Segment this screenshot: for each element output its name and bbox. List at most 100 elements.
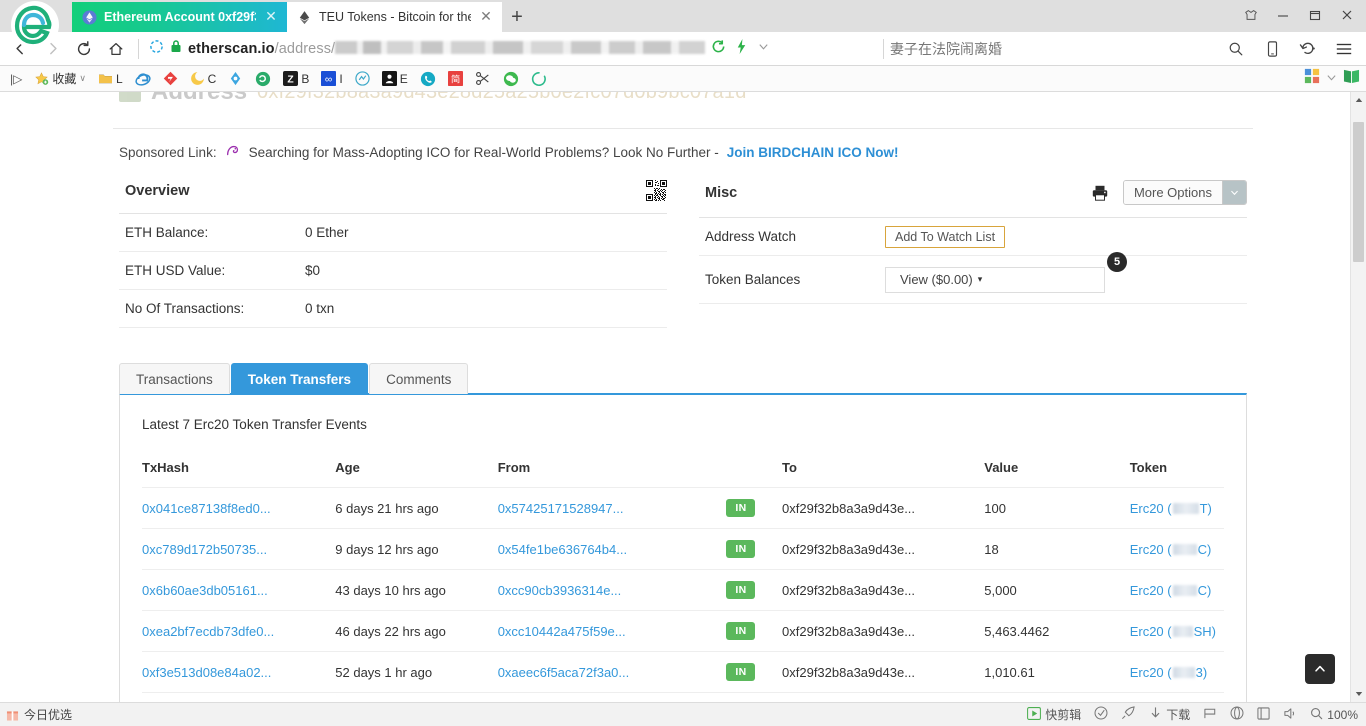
page-info-icon[interactable] [149, 39, 164, 59]
search-input[interactable]: 妻子在法院闹离婚 [890, 39, 1002, 59]
token-link[interactable]: Erc20 (T) [1130, 501, 1212, 516]
search-icon[interactable] [1220, 34, 1252, 64]
breadcrumb-section[interactable]: Normal Accounts [1091, 92, 1189, 95]
cell-value: 5,000 [984, 570, 1129, 611]
new-tab-button[interactable]: + [502, 2, 532, 32]
token-link[interactable]: Erc20 (3) [1130, 665, 1207, 680]
close-button[interactable] [1332, 4, 1362, 26]
bookmark-black-card[interactable]: E [376, 71, 414, 86]
scroll-to-top-button[interactable] [1305, 654, 1335, 684]
red-diamond-icon [163, 71, 178, 86]
bookmark-red-diamond[interactable] [157, 71, 184, 86]
translate-icon[interactable] [711, 39, 726, 59]
overview-row: No Of Transactions: 0 txn [119, 290, 667, 328]
scrollbar-thumb[interactable] [1353, 122, 1364, 262]
bookmark-jian[interactable]: 简 [442, 71, 469, 86]
extension-blocks-icon[interactable] [1304, 68, 1320, 89]
txhash-link[interactable]: 0xc789d172b50735... [142, 542, 267, 557]
statusbar-zoom[interactable]: 100% [1310, 707, 1358, 723]
reload-button[interactable] [68, 34, 100, 64]
home-button[interactable] [100, 34, 132, 64]
bookmark-folder-l[interactable]: L [92, 72, 129, 86]
statusbar-flag[interactable] [1203, 707, 1217, 723]
bookmark-teal-circle[interactable] [349, 71, 376, 86]
sponsored-link-cta[interactable]: Join BIRDCHAIN ICO Now! [727, 145, 899, 160]
from-address-link[interactable]: 0xcc90cb3936314e... [498, 583, 622, 598]
from-address-link[interactable]: 0x54fe1be636764b4... [498, 542, 627, 557]
token-link[interactable]: Erc20 (C) [1130, 583, 1212, 598]
tab-comments[interactable]: Comments [369, 363, 468, 394]
chevron-down-icon[interactable]: ∨ [79, 73, 86, 84]
close-icon[interactable]: ✕ [478, 9, 494, 25]
close-icon[interactable]: ✕ [263, 9, 279, 25]
cell-age: 9 days 12 hrs ago [335, 529, 497, 570]
mobile-view-icon[interactable] [1256, 34, 1288, 64]
eth-usd-value-label: ETH USD Value: [125, 263, 305, 278]
statusbar-download[interactable]: 下载 [1149, 706, 1190, 723]
bookmark-ie[interactable] [129, 71, 157, 87]
token-transfers-table: TxHash Age From To Value Token 0x041ce87… [142, 454, 1224, 702]
statusbar-rocket[interactable] [1121, 706, 1136, 723]
add-to-watch-list-button[interactable]: Add To Watch List [885, 226, 1005, 248]
chevron-down-icon[interactable] [757, 40, 770, 58]
statusbar-volume[interactable] [1283, 707, 1297, 723]
statusbar-left[interactable]: 今日优选 [6, 706, 72, 723]
history-back-icon[interactable] [1292, 34, 1324, 64]
lightning-icon[interactable] [735, 39, 748, 59]
chevron-down-icon[interactable] [1222, 181, 1246, 204]
txhash-link[interactable]: 0x041ce87138f8ed0... [142, 501, 271, 516]
cell-from: 0xaeec6f5aca72f3a0... [498, 652, 727, 693]
breadcrumb-current[interactable]: Address [1205, 92, 1253, 95]
misc-header: Misc More Options [699, 176, 1247, 218]
page-title: Address [151, 92, 247, 106]
scroll-down-arrow[interactable] [1351, 686, 1366, 702]
tab-token-transfers[interactable]: Token Transfers [231, 363, 368, 394]
bookmark-favorites[interactable]: 收藏 ∨ [28, 70, 92, 87]
printer-icon[interactable] [1091, 184, 1109, 202]
bookmark-refresh[interactable] [525, 71, 553, 87]
scroll-up-arrow[interactable] [1351, 92, 1366, 108]
bookmark-wechat[interactable] [497, 71, 525, 87]
bookmarks-expand-icon[interactable]: |▷ [4, 72, 28, 86]
txhash-link[interactable]: 0xea2bf7ecdb73dfe0... [142, 624, 274, 639]
bookmark-yellow-c[interactable]: C [184, 71, 223, 86]
qr-code-icon[interactable] [646, 180, 667, 201]
vertical-scrollbar[interactable] [1350, 92, 1366, 702]
browser-tab-1[interactable]: TEU Tokens - Bitcoin for the ✕ [287, 2, 502, 32]
bookmark-blue-diamond[interactable] [222, 71, 249, 86]
green-book-icon[interactable] [1343, 68, 1360, 89]
shirt-icon[interactable] [1236, 4, 1266, 26]
svg-text:Z: Z [288, 74, 294, 85]
direction-badge: IN [726, 499, 755, 517]
bookmark-scissors[interactable] [469, 71, 497, 86]
page-container: Address 0xf29f32b8a3a9d43e28d25a25b0e2fc… [113, 92, 1253, 702]
from-address-link[interactable]: 0x57425171528947... [498, 501, 624, 516]
restore-button[interactable] [1300, 4, 1330, 26]
minimize-button[interactable] [1268, 4, 1298, 26]
tab-transactions[interactable]: Transactions [119, 363, 230, 394]
txhash-link[interactable]: 0xf3e513d08e84a02... [142, 665, 271, 680]
statusbar-video-clip[interactable]: 快剪辑 [1027, 706, 1081, 723]
token-link[interactable]: Erc20 (C) [1130, 542, 1212, 557]
bookmark-z[interactable]: Z B [277, 71, 315, 86]
search-box[interactable]: 妻子在法院闹离婚 [890, 39, 1220, 59]
cell-from: 0xcc10442a475f59e... [498, 611, 727, 652]
more-options-button[interactable]: More Options [1123, 180, 1247, 205]
breadcrumb-home[interactable]: Home [1041, 92, 1076, 95]
bookmark-green-circle[interactable] [249, 71, 277, 87]
chevron-down-icon[interactable] [1326, 70, 1337, 88]
txhash-link[interactable]: 0x6b60ae3db05161... [142, 583, 268, 598]
bookmark-teal-phone[interactable] [414, 71, 442, 87]
address-bar[interactable]: etherscan.io/address/ [145, 34, 877, 64]
browser-tab-0[interactable]: Ethereum Account 0xf29f32b8 ✕ [72, 2, 287, 32]
bookmark-infinity[interactable]: ∞ I [315, 71, 348, 86]
token-balances-select[interactable]: View ($0.00) ▾ [885, 267, 1105, 293]
statusbar-shield-scan[interactable] [1094, 706, 1108, 723]
statusbar-window[interactable] [1257, 707, 1270, 723]
token-link[interactable]: Erc20 (SH) [1130, 624, 1216, 639]
from-address-link[interactable]: 0xaeec6f5aca72f3a0... [498, 665, 630, 680]
from-address-link[interactable]: 0xcc10442a475f59e... [498, 624, 626, 639]
direction-badge: IN [726, 663, 755, 681]
statusbar-opera-like[interactable] [1230, 706, 1244, 723]
menu-icon[interactable] [1328, 34, 1360, 64]
